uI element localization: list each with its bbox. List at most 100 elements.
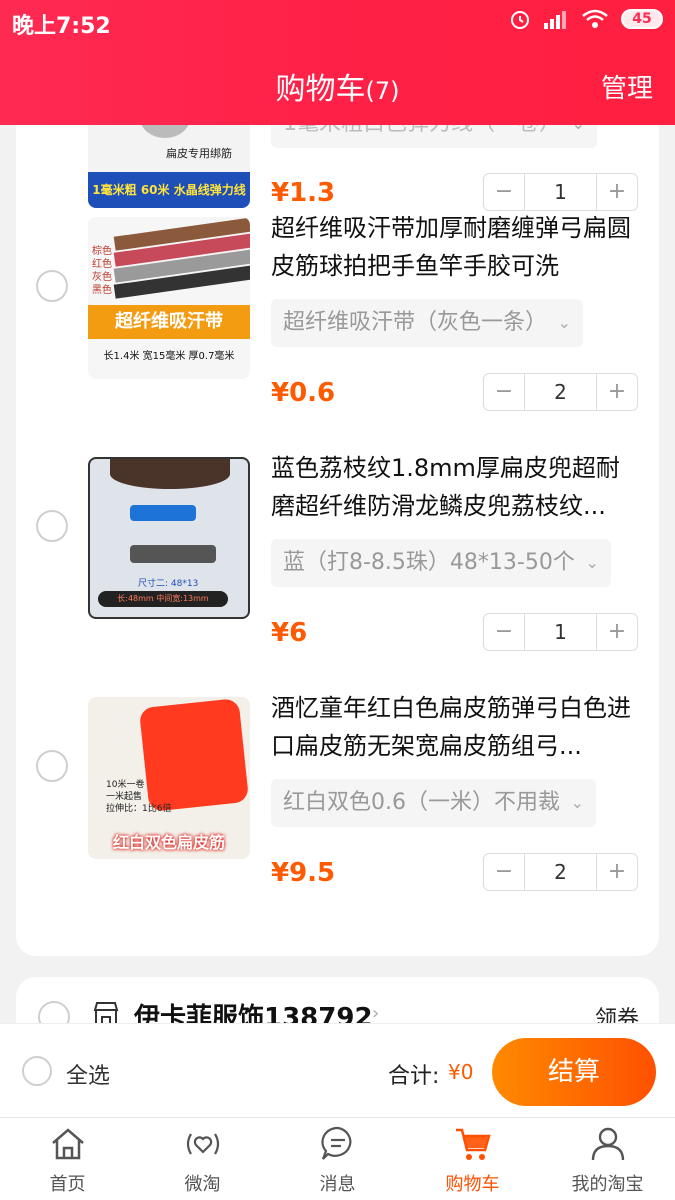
tab-weitao[interactable]: 微淘 xyxy=(135,1118,270,1200)
store-name[interactable]: 伊卡菲服饰138792 xyxy=(134,997,373,1023)
tab-label: 微淘 xyxy=(184,1174,221,1195)
thumb-banner: 1毫米粗 60米 水晶线弹力线 xyxy=(88,172,250,208)
sku-selector[interactable]: 1毫米粗白色弹力线（一卷） ⌄ xyxy=(271,125,597,148)
store-card: 扁皮专用绑筋 1毫米粗 60米 水晶线弹力线 1毫米粗白色弹力线（一卷） ⌄ ¥1… xyxy=(16,125,659,956)
increase-button[interactable]: + xyxy=(597,374,637,410)
quantity-value[interactable]: 2 xyxy=(524,374,597,410)
thumb-note: 10米一卷 xyxy=(106,780,145,790)
thumb-gray-pouch xyxy=(130,545,216,563)
store-checkbox[interactable] xyxy=(38,1001,70,1023)
tab-label: 首页 xyxy=(49,1174,86,1195)
cart-list: 扁皮专用绑筋 1毫米粗 60米 水晶线弹力线 1毫米粗白色弹力线（一卷） ⌄ ¥1… xyxy=(0,125,675,1023)
item-price: ¥6 xyxy=(271,618,308,648)
color-label: 黑色 xyxy=(92,285,112,296)
user-icon xyxy=(591,1127,625,1161)
quantity-value[interactable]: 2 xyxy=(524,854,597,890)
message-icon xyxy=(321,1126,352,1160)
home-icon xyxy=(52,1128,84,1160)
thumb-spec: 长1.4米 宽15毫米 厚0.7毫米 xyxy=(103,351,235,362)
item-price: ¥1.3 xyxy=(271,178,336,208)
sku-text: 蓝（打8-8.5珠）48*13-50个 xyxy=(283,550,575,575)
tab-home[interactable]: 首页 xyxy=(0,1118,135,1200)
select-all-label[interactable]: 全选 xyxy=(66,1058,110,1090)
quantity-stepper: − 2 + xyxy=(483,853,638,891)
chevron-down-icon: ⌄ xyxy=(572,125,585,148)
thumb-pouch-top xyxy=(110,459,230,489)
total-value: ¥0 xyxy=(448,1060,474,1084)
heart-signal-icon xyxy=(186,1133,220,1155)
cart-item: 尺寸二: 48*13 长:48mm 中间宽:13mm 蓝色荔枝纹1.8mm厚扁皮… xyxy=(16,454,659,695)
item-checkbox[interactable] xyxy=(36,750,68,782)
quantity-value[interactable]: 1 xyxy=(524,614,597,650)
title-text: 购物车 xyxy=(275,72,366,107)
cart-icon xyxy=(456,1128,491,1160)
decrease-button[interactable]: − xyxy=(484,614,524,650)
cart-item-partial: 扁皮专用绑筋 1毫米粗 60米 水晶线弹力线 1毫米粗白色弹力线（一卷） ⌄ ¥1… xyxy=(16,125,659,211)
thumb-note: 一米起售 xyxy=(106,792,143,802)
product-thumbnail[interactable]: 尺寸二: 48*13 长:48mm 中间宽:13mm xyxy=(88,457,250,619)
tab-label: 消息 xyxy=(319,1174,356,1195)
title-count: (7) xyxy=(365,77,400,105)
cart-item: 棕色 红色 灰色 黑色 超纤维吸汗带 长1.4米 宽15毫米 厚0.7毫米 超纤… xyxy=(16,214,659,455)
total-label: 合计: xyxy=(388,1064,440,1089)
item-title[interactable]: 酒忆童年红白色扁皮筋弹弓白色进口扁皮筋无架宽扁皮筋组弓... xyxy=(271,689,641,765)
thumb-note: 拉伸比：1比6倍 xyxy=(106,804,172,814)
coupon-button[interactable]: 领券 xyxy=(595,1001,639,1023)
product-thumbnail[interactable]: 10米一卷 一米起售 拉伸比：1比6倍 红白双色扁皮筋 xyxy=(88,697,250,859)
shop-icon xyxy=(93,1002,119,1023)
product-thumbnail[interactable]: 棕色 红色 灰色 黑色 超纤维吸汗带 长1.4米 宽15毫米 厚0.7毫米 xyxy=(88,217,250,379)
tab-label: 我的淘宝 xyxy=(571,1174,644,1195)
sku-text: 超纤维吸汗带（灰色一条） xyxy=(283,310,548,335)
thumb-dimension-bar: 长:48mm 中间宽:13mm xyxy=(98,591,228,607)
sku-selector[interactable]: 超纤维吸汗带（灰色一条） ⌄ xyxy=(271,299,584,347)
status-icons: 45 xyxy=(509,8,663,30)
bottom-tab-bar: 首页 微淘 消息 购物车 我的淘宝 xyxy=(0,1117,675,1200)
wifi-icon xyxy=(582,9,608,28)
signal-icon xyxy=(544,11,566,29)
increase-button[interactable]: + xyxy=(597,174,637,210)
chevron-down-icon: ⌄ xyxy=(585,553,599,572)
status-bar: 晚上7:52 45 xyxy=(0,0,675,44)
tab-my-taobao[interactable]: 我的淘宝 xyxy=(540,1118,675,1200)
select-all-checkbox[interactable] xyxy=(22,1056,52,1086)
decrease-button[interactable]: − xyxy=(484,174,524,210)
chevron-right-icon[interactable]: › xyxy=(372,1003,379,1023)
product-thumbnail[interactable]: 扁皮专用绑筋 1毫米粗 60米 水晶线弹力线 xyxy=(88,125,250,208)
store-header: 伊卡菲服饰138792 › 领券 xyxy=(16,977,659,1023)
alarm-icon xyxy=(511,11,529,29)
item-checkbox[interactable] xyxy=(36,270,68,302)
page-title: 购物车(7) xyxy=(0,64,675,108)
sku-text: 1毫米粗白色弹力线（一卷） xyxy=(283,125,561,136)
status-time: 晚上7:52 xyxy=(12,14,111,39)
item-price: ¥9.5 xyxy=(271,858,336,888)
item-title[interactable]: 蓝色荔枝纹1.8mm厚扁皮兜超耐磨超纤维防滑龙鳞皮兜荔枝纹... xyxy=(271,449,641,525)
checkout-bar: 全选 合计: ¥0 结算 xyxy=(0,1023,675,1117)
sku-text: 红白双色0.6（一米）不用裁 xyxy=(283,790,560,815)
quantity-stepper: − 2 + xyxy=(483,373,638,411)
color-label: 棕色 xyxy=(92,246,112,257)
decrease-button[interactable]: − xyxy=(484,374,524,410)
sku-selector[interactable]: 蓝（打8-8.5珠）48*13-50个 ⌄ xyxy=(271,539,611,587)
thumb-banner: 红白双色扁皮筋 xyxy=(112,833,225,852)
chevron-down-icon: ⌄ xyxy=(570,793,584,812)
sku-selector[interactable]: 红白双色0.6（一米）不用裁 ⌄ xyxy=(271,779,596,827)
cart-item: 10米一卷 一米起售 拉伸比：1比6倍 红白双色扁皮筋 酒忆童年红白色扁皮筋弹弓… xyxy=(16,694,659,935)
manage-button[interactable]: 管理 xyxy=(601,68,653,105)
battery-indicator: 45 xyxy=(621,9,663,29)
header-bar: 晚上7:52 45 购物车(7) 管理 xyxy=(0,0,675,125)
item-checkbox[interactable] xyxy=(36,510,68,542)
thumb-caption: 扁皮专用绑筋 xyxy=(166,147,232,160)
item-title[interactable]: 超纤维吸汗带加厚耐磨缠弹弓扁圆皮筋球拍把手鱼竿手胶可洗 xyxy=(271,209,641,285)
color-labels: 棕色 红色 灰色 黑色 xyxy=(92,245,112,297)
item-price: ¥0.6 xyxy=(271,378,336,408)
thumb-size: 尺寸二: 48*13 xyxy=(138,579,199,589)
increase-button[interactable]: + xyxy=(597,614,637,650)
checkout-button[interactable]: 结算 xyxy=(492,1038,656,1106)
quantity-value[interactable]: 1 xyxy=(524,174,597,210)
increase-button[interactable]: + xyxy=(597,854,637,890)
tab-messages[interactable]: 消息 xyxy=(270,1118,405,1200)
tab-cart[interactable]: 购物车 xyxy=(405,1118,540,1200)
decrease-button[interactable]: − xyxy=(484,854,524,890)
thumb-notes: 10米一卷 一米起售 拉伸比：1比6倍 xyxy=(106,779,171,815)
thumb-blue-pouch xyxy=(130,505,196,521)
